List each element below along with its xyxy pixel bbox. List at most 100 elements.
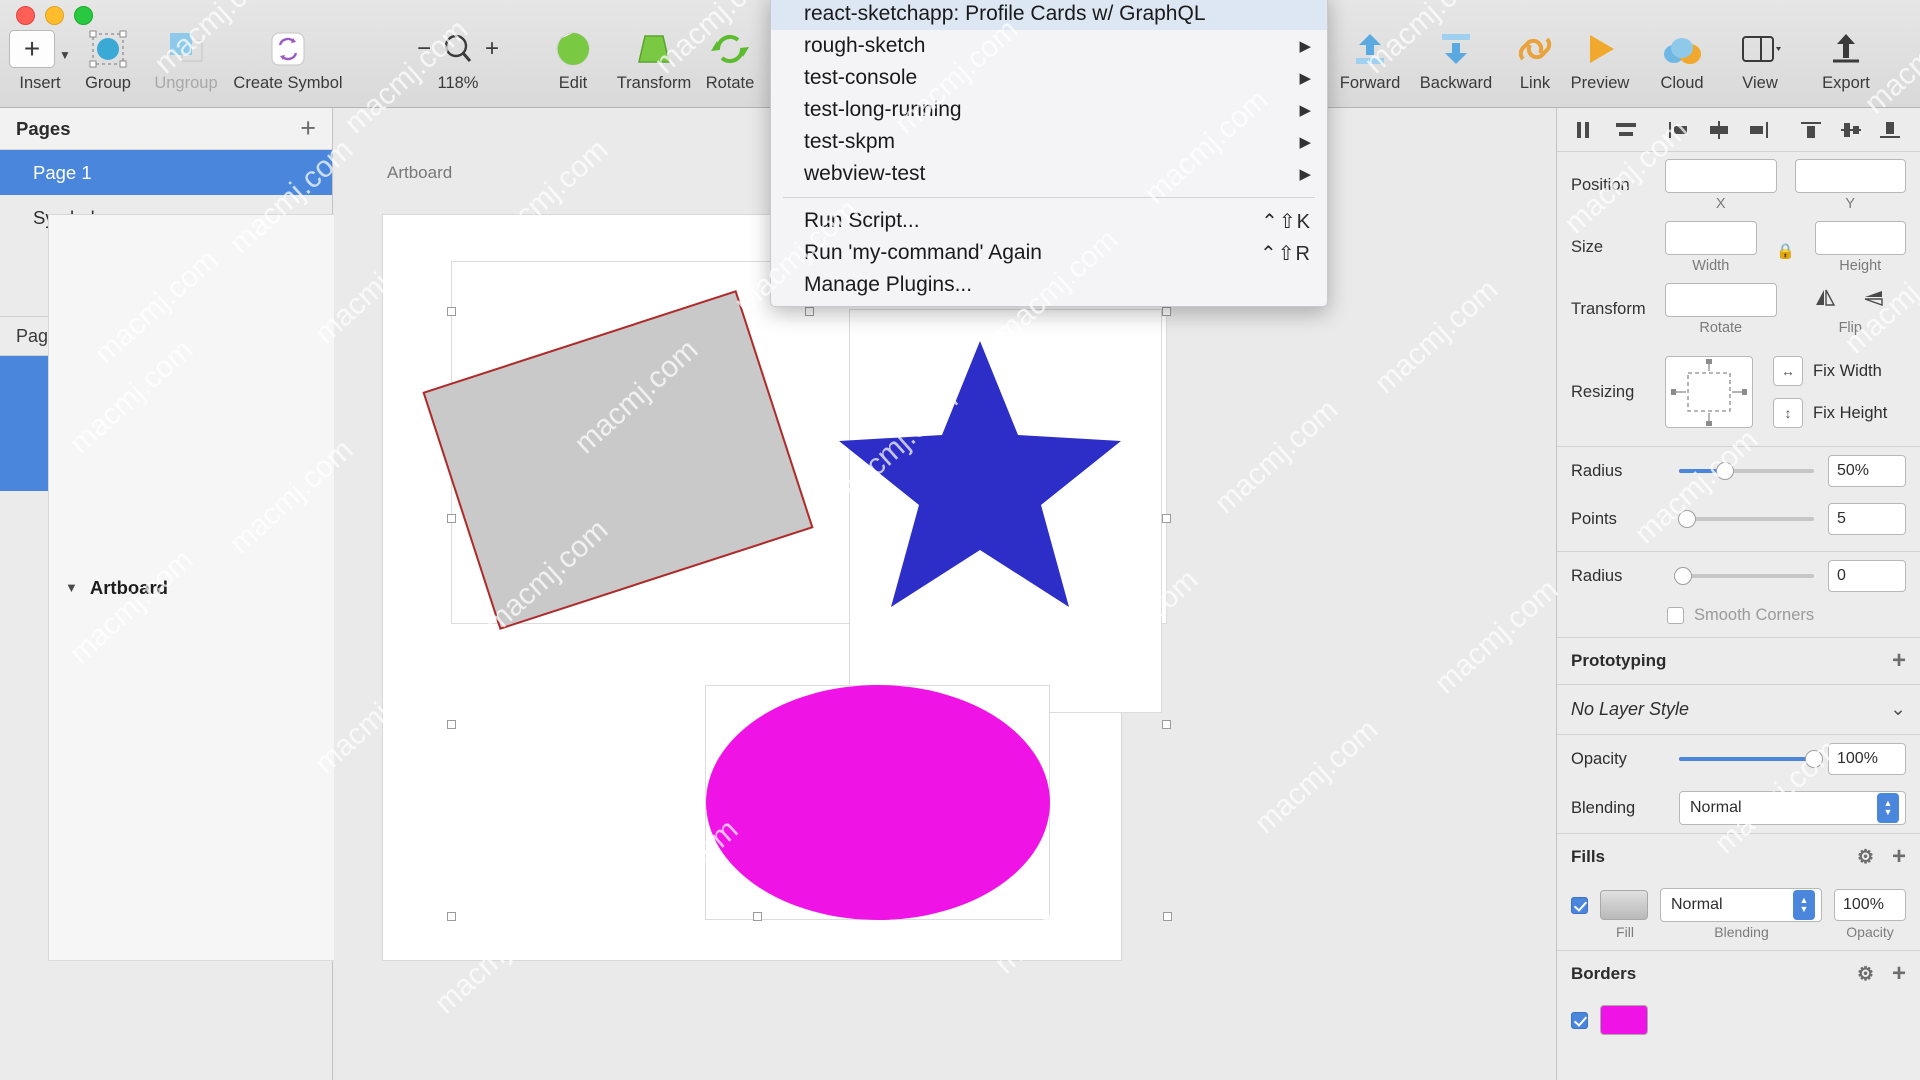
smooth-corners-row[interactable]: Smooth Corners (1557, 600, 1920, 637)
radius-top-slider[interactable] (1679, 462, 1814, 480)
gear-icon[interactable]: ⚙ (1857, 846, 1874, 869)
resize-handle-br[interactable] (1162, 720, 1171, 729)
points-input[interactable]: 5 (1828, 503, 1906, 535)
resizing-anchor-control[interactable] (1665, 356, 1753, 428)
size-width-input[interactable] (1665, 221, 1757, 255)
resize-handle-tc[interactable] (805, 307, 814, 316)
toolbar-view[interactable]: View (1712, 26, 1808, 93)
resize-handle-bottom-right[interactable] (1163, 912, 1172, 921)
prototyping-add-button[interactable]: + (1892, 649, 1906, 673)
menu-item-rough-sketch[interactable]: rough-sketch ▶ (771, 30, 1327, 62)
sidebar-page-page-1[interactable]: Page 1 (0, 150, 332, 195)
rotate-input[interactable] (1665, 283, 1777, 317)
blending-row: Blending Normal ▲ ▼ (1557, 783, 1920, 833)
toolbar-export-label: Export (1822, 74, 1870, 92)
align-center-h-icon[interactable] (1606, 115, 1645, 145)
menu-item-label: test-long-running (804, 98, 962, 121)
fill-blending-value: Normal (1671, 896, 1723, 913)
resize-handle-bottom-left[interactable] (447, 912, 456, 921)
position-y-input[interactable] (1794, 159, 1906, 193)
borders-label: Borders (1571, 964, 1637, 983)
blending-select[interactable]: Normal ▲ ▼ (1679, 791, 1906, 825)
lock-icon[interactable]: 🔒 (1776, 242, 1795, 260)
points-slider[interactable] (1678, 510, 1814, 528)
gear-icon[interactable]: ⚙ (1857, 963, 1874, 986)
chevron-down-icon[interactable]: ▼ (65, 580, 78, 595)
fill-enabled-checkbox[interactable] (1571, 896, 1588, 914)
minimize-button[interactable] (45, 6, 64, 25)
toolbar-view-label: View (1742, 74, 1778, 92)
borders-add-button[interactable]: + (1892, 962, 1906, 986)
toolbar-group-label: Group (85, 74, 131, 92)
opacity-input[interactable]: 100% (1828, 743, 1906, 775)
fill-blending-select[interactable]: Normal ▲ ▼ (1660, 888, 1822, 922)
menu-item-react-sketchapp[interactable]: react-sketchapp: Profile Cards w/ GraphQ… (771, 0, 1327, 30)
menu-item-label: react-sketchapp: Profile Cards w/ GraphQ… (804, 2, 1206, 25)
menu-item-test-long-running[interactable]: test-long-running ▶ (771, 94, 1327, 126)
radius-top-label: Radius (1571, 461, 1623, 480)
distribute-right-icon[interactable] (1738, 115, 1777, 145)
resize-handle-tr[interactable] (1162, 307, 1171, 316)
menu-item-run-again[interactable]: Run 'my-command' Again ⌃⇧R (771, 237, 1327, 269)
resize-handle-ml[interactable] (447, 514, 456, 523)
maximize-button[interactable] (74, 6, 93, 25)
opacity-slider[interactable] (1679, 750, 1823, 768)
prototyping-header: Prototyping + (1557, 637, 1920, 684)
size-height-input[interactable] (1814, 221, 1906, 255)
artboard-name-label[interactable]: Artboard (387, 163, 452, 183)
radius-top-input[interactable]: 50% (1828, 455, 1906, 487)
flip-vertical-icon[interactable] (1863, 288, 1887, 313)
fix-width-button[interactable]: ↔ Fix Width (1773, 356, 1887, 386)
add-page-button[interactable]: + (300, 115, 316, 142)
preview-icon (1580, 26, 1620, 72)
menu-item-test-console[interactable]: test-console ▶ (771, 62, 1327, 94)
distribute-center-icon[interactable] (1699, 115, 1738, 145)
toolbar-forward[interactable]: Forward (1322, 26, 1418, 93)
menu-item-label: webview-test (804, 162, 926, 185)
menu-item-manage-plugins[interactable]: Manage Plugins... (771, 269, 1327, 301)
close-button[interactable] (16, 6, 35, 25)
chevron-down-icon[interactable]: ⌄ (1890, 698, 1906, 721)
ungroup-icon (164, 26, 208, 72)
blending-stepper[interactable]: ▲ ▼ (1877, 793, 1899, 823)
resize-handle-bl[interactable] (447, 720, 456, 729)
resize-handle-bottom-center[interactable] (753, 912, 762, 921)
flip-horizontal-icon[interactable] (1813, 288, 1837, 313)
align-bottom-icon[interactable] (1871, 115, 1910, 145)
layer-style-row[interactable]: No Layer Style ⌄ (1557, 685, 1920, 734)
border-color-swatch[interactable] (1600, 1005, 1648, 1035)
border-enabled-checkbox[interactable] (1571, 1011, 1588, 1029)
position-label: Position (1571, 176, 1630, 194)
fill-blending-stepper[interactable]: ▲ ▼ (1793, 890, 1815, 920)
toolbar-zoom[interactable]: − + 118% (398, 26, 518, 93)
zoom-in-button[interactable]: + (485, 35, 499, 63)
menu-item-webview-test[interactable]: webview-test ▶ (771, 158, 1327, 190)
resize-handle-mr[interactable] (1162, 514, 1171, 523)
toolbar-rotate[interactable]: Rotate (682, 26, 778, 93)
radius-bottom-input[interactable]: 0 (1828, 560, 1906, 592)
align-top-icon[interactable] (1792, 115, 1831, 145)
smooth-corners-checkbox[interactable] (1667, 607, 1684, 624)
radius-bottom-slider[interactable] (1674, 567, 1814, 585)
artboard[interactable] (382, 214, 1172, 961)
fix-height-label: Fix Height (1813, 403, 1888, 422)
distribute-left-icon[interactable] (1660, 115, 1699, 145)
fills-add-button[interactable]: + (1892, 845, 1906, 869)
fill-opacity-input[interactable]: 100% (1834, 889, 1906, 921)
menu-item-run-script[interactable]: Run Script... ⌃⇧K (771, 205, 1327, 237)
toolbar-export[interactable]: Export (1798, 26, 1894, 93)
menu-item-test-skpm[interactable]: test-skpm ▶ (771, 126, 1327, 158)
resize-handle-tl[interactable] (447, 307, 456, 316)
toolbar-rotate-label: Rotate (705, 74, 755, 92)
align-middle-icon[interactable] (1831, 115, 1870, 145)
flip-caption: Flip (1838, 320, 1862, 336)
toolbar-create-symbol[interactable]: Create Symbol (218, 26, 358, 93)
fill-color-swatch[interactable] (1600, 890, 1648, 920)
zoom-out-button[interactable]: − (417, 35, 431, 63)
plugins-dropdown-menu[interactable]: react-sketchapp: Profile Cards w/ GraphQ… (770, 0, 1328, 307)
fix-height-button[interactable]: ↕ Fix Height (1773, 398, 1887, 428)
fix-width-icon: ↔ (1773, 356, 1803, 386)
align-left-icon[interactable] (1567, 115, 1606, 145)
chevron-right-icon: ▶ (1299, 102, 1311, 119)
position-x-input[interactable] (1665, 159, 1777, 193)
